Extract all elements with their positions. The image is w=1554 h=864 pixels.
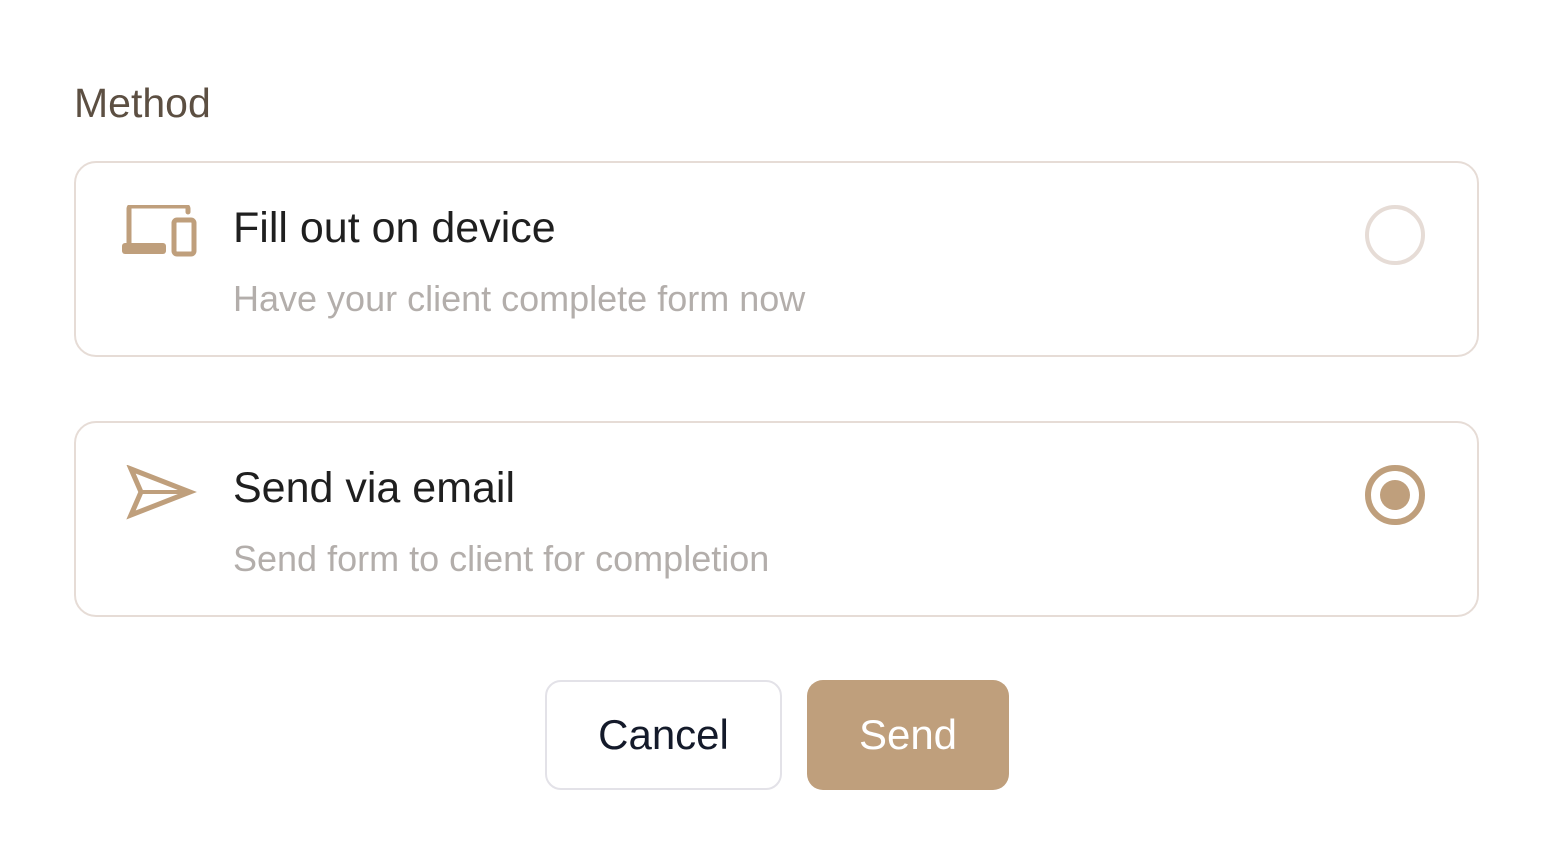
option-send-via-email[interactable]: Send via email Send form to client for c… [74, 421, 1479, 617]
option-description: Have your client complete form now [233, 278, 806, 319]
option-title: Fill out on device [233, 204, 556, 252]
send-button[interactable]: Send [807, 680, 1009, 790]
devices-icon [122, 205, 198, 265]
radio-send-via-email[interactable] [1365, 465, 1425, 525]
option-fill-out-on-device[interactable]: Fill out on device Have your client comp… [74, 161, 1479, 357]
paper-plane-icon [122, 465, 198, 525]
method-label: Method [74, 80, 211, 126]
option-description: Send form to client for completion [233, 538, 770, 579]
radio-selected-dot [1380, 480, 1410, 510]
radio-fill-out-on-device[interactable] [1365, 205, 1425, 265]
send-form-dialog: Method Fill out on device Have your clie… [0, 0, 1554, 864]
option-title: Send via email [233, 464, 516, 512]
cancel-button[interactable]: Cancel [545, 680, 782, 790]
